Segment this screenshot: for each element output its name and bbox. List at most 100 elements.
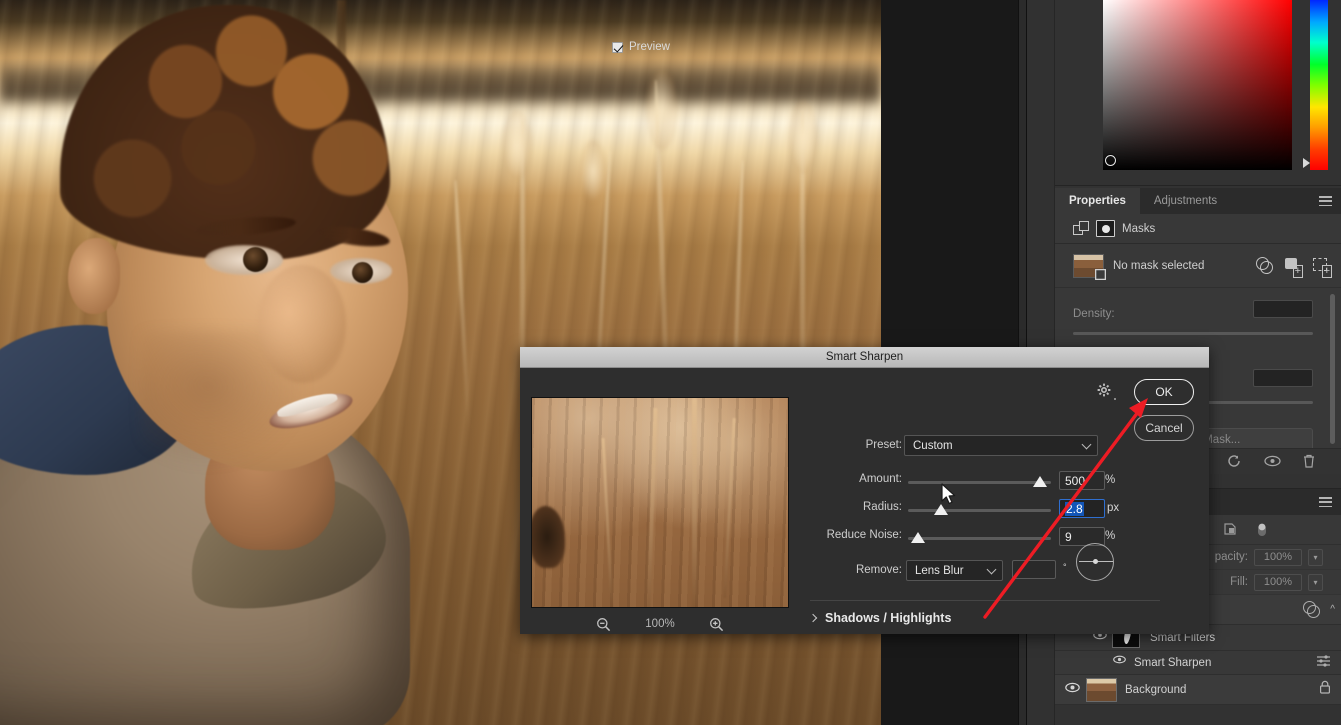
opacity-label: pacity:: [1214, 551, 1248, 563]
gear-dot-icon: [1114, 398, 1116, 400]
remove-value: Lens Blur: [915, 564, 964, 577]
add-pixel-mask-icon[interactable]: [1285, 258, 1303, 278]
zoom-level-label: 100%: [645, 618, 675, 630]
ok-button[interactable]: OK: [1134, 379, 1194, 405]
reduce-noise-slider-track[interactable]: [908, 537, 1051, 540]
density-label: Density:: [1073, 308, 1115, 320]
mask-status-row: No mask selected: [1055, 244, 1341, 288]
filter-toggle-icon[interactable]: [1256, 522, 1271, 537]
photoshop-window: Properties Adjustments Masks No mask sel…: [0, 0, 1341, 725]
amount-input[interactable]: 500: [1059, 471, 1105, 490]
fill-value[interactable]: 100%: [1254, 573, 1302, 591]
layer-row-smart-sharpen[interactable]: Smart Sharpen: [1055, 651, 1341, 675]
amount-value: 500: [1065, 473, 1086, 488]
collapse-chevron-up-icon[interactable]: ^: [1330, 604, 1335, 615]
properties-scrollbar[interactable]: [1330, 294, 1335, 444]
chevron-right-icon: [808, 613, 818, 623]
dialog-title: Smart Sharpen: [825, 351, 904, 363]
tab-adjustments-label: Adjustments: [1153, 195, 1218, 207]
filter-preview-thumbnail[interactable]: [531, 397, 789, 608]
radius-unit: px: [1107, 502, 1119, 514]
amount-unit-text: %: [1105, 474, 1116, 486]
zoom-out-icon[interactable]: [596, 617, 611, 632]
layer-thumbnail: [1073, 253, 1106, 280]
reduce-noise-value: 9: [1065, 529, 1072, 544]
smart-filter-indicator-icon[interactable]: [1303, 601, 1321, 618]
eye-icon[interactable]: [1264, 454, 1281, 470]
tab-properties[interactable]: Properties: [1055, 188, 1140, 214]
radius-value: 2.8: [1065, 501, 1084, 516]
hue-slider-marker[interactable]: [1303, 158, 1310, 168]
remove-select[interactable]: Lens Blur: [906, 560, 1003, 581]
density-row: Density:: [1073, 300, 1313, 322]
settings-gear-icon[interactable]: [1097, 383, 1111, 397]
dialog-titlebar[interactable]: Smart Sharpen: [520, 347, 1209, 368]
cancel-button-label: Cancel: [1145, 421, 1183, 435]
smart-object-icon[interactable]: [1073, 220, 1089, 237]
radius-unit-text: px: [1107, 502, 1120, 514]
filter-settings-icon[interactable]: [1316, 654, 1331, 672]
dialog-body: 100% Preset: Custom Amount: 500 % Radius…: [520, 368, 1209, 634]
reduce-noise-label-text: Reduce Noise:: [826, 529, 902, 541]
color-picker-panel[interactable]: [1055, 0, 1341, 186]
layer-thumbnail[interactable]: [1086, 677, 1117, 702]
layer-name: Background: [1125, 683, 1187, 696]
layer-row-background[interactable]: Background: [1055, 675, 1341, 705]
preset-select[interactable]: Custom: [904, 435, 1098, 456]
properties-tab-bar: Properties Adjustments: [1055, 188, 1341, 214]
trash-icon[interactable]: [1302, 454, 1319, 470]
chevron-down-icon: [986, 564, 997, 575]
masks-header: Masks: [1055, 214, 1341, 244]
tab-adjustments[interactable]: Adjustments: [1140, 188, 1231, 214]
density-slider[interactable]: [1073, 332, 1313, 335]
eye-icon[interactable]: [1065, 682, 1080, 697]
pixel-mask-icon[interactable]: [1096, 220, 1115, 237]
feather-value-field[interactable]: [1253, 369, 1313, 387]
panel-menu-icon[interactable]: [1319, 196, 1332, 206]
lock-icon[interactable]: [1319, 680, 1331, 699]
mask-status-label: No mask selected: [1113, 259, 1205, 272]
remove-label: Remove:: [830, 564, 902, 576]
fill-label: Fill:: [1230, 576, 1248, 588]
chevron-down-icon: [1081, 439, 1092, 450]
opacity-value[interactable]: 100%: [1254, 548, 1302, 566]
color-saturation-value-field[interactable]: [1103, 0, 1292, 170]
angle-input[interactable]: [1012, 560, 1056, 579]
shadows-highlights-section[interactable]: Shadows / Highlights: [808, 611, 952, 625]
radius-label-text: Radius:: [863, 501, 902, 513]
reduce-noise-slider-thumb[interactable]: [911, 532, 925, 543]
angle-dial[interactable]: [1076, 543, 1114, 581]
hue-slider[interactable]: [1310, 0, 1328, 170]
add-vector-mask-icon[interactable]: [1313, 258, 1332, 278]
mouse-cursor: [941, 483, 958, 511]
reduce-noise-unit: %: [1105, 530, 1115, 542]
reset-icon[interactable]: [1226, 454, 1243, 470]
layers-panel-menu-icon[interactable]: [1319, 497, 1332, 507]
tab-properties-label: Properties: [1069, 195, 1126, 207]
preview-checkbox[interactable]: [612, 41, 623, 53]
density-value-field[interactable]: [1253, 300, 1313, 318]
amount-slider-thumb[interactable]: [1033, 476, 1047, 487]
angle-unit: °: [1063, 562, 1067, 572]
radius-slider-track[interactable]: [908, 509, 1051, 512]
preview-zoom-controls: 100%: [531, 613, 789, 635]
shadows-highlights-label: Shadows / Highlights: [825, 611, 952, 625]
remove-label-text: Remove:: [855, 564, 902, 576]
section-divider: [810, 600, 1160, 601]
preview-checkbox-row[interactable]: Preview: [612, 41, 670, 53]
color-marker[interactable]: [1105, 155, 1116, 166]
reduce-noise-unit-text: %: [1105, 530, 1116, 542]
opacity-chevron-down-icon[interactable]: ▾: [1308, 548, 1323, 566]
amount-label-text: Amount:: [859, 473, 902, 485]
amount-slider-track[interactable]: [908, 481, 1051, 484]
cancel-button[interactable]: Cancel: [1134, 415, 1194, 441]
amount-unit: %: [1105, 474, 1115, 486]
radius-input[interactable]: 2.8: [1059, 499, 1105, 518]
eye-icon[interactable]: [1113, 655, 1128, 670]
preset-value: Custom: [913, 439, 953, 452]
preset-label: Preset:: [850, 439, 902, 451]
smart-object-filter-icon[interactable]: [1223, 522, 1238, 537]
mask-from-selection-icon[interactable]: [1256, 257, 1273, 274]
fill-chevron-down-icon[interactable]: ▾: [1308, 573, 1323, 591]
zoom-in-icon[interactable]: [709, 617, 724, 632]
